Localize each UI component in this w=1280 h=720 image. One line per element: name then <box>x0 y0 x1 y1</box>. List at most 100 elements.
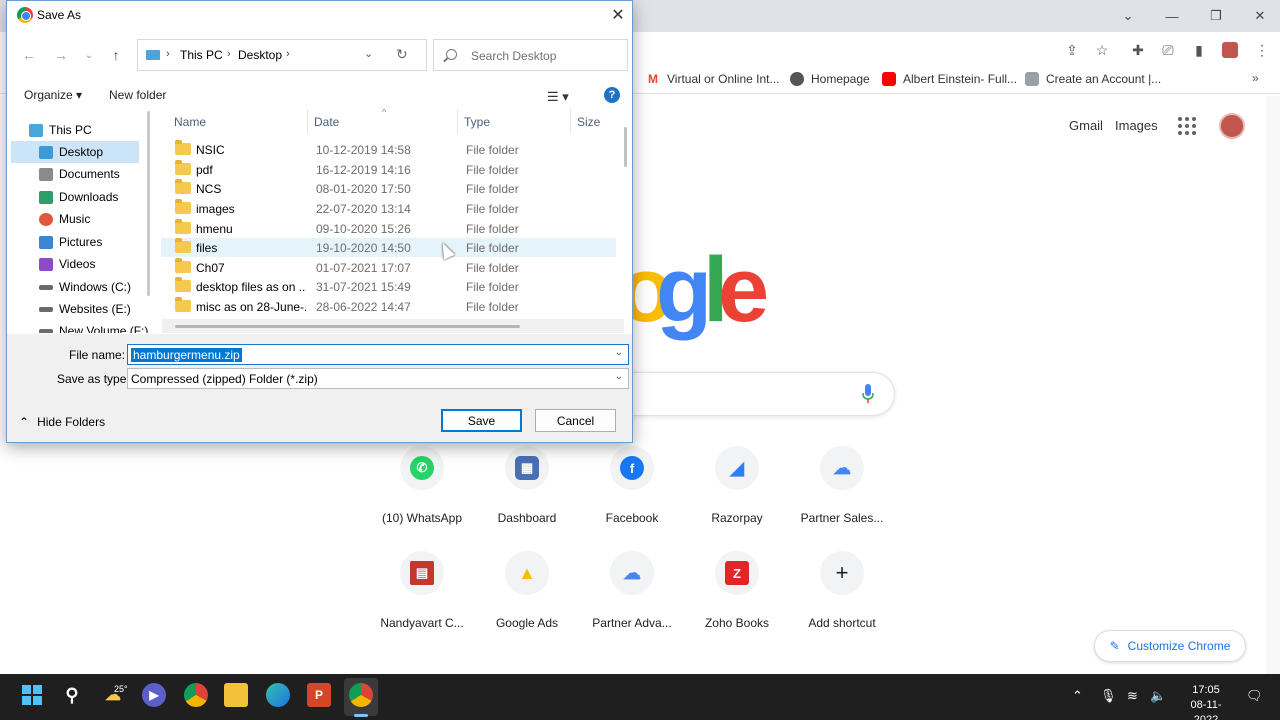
table-row[interactable]: NCS 08-01-2020 17:50 File folder <box>161 179 616 198</box>
view-options-icon[interactable]: ☰ ▾ <box>547 89 569 105</box>
powerpoint-icon[interactable]: P <box>307 683 331 707</box>
vertical-scrollbar[interactable] <box>624 127 627 167</box>
chrome-active-icon[interactable] <box>349 683 373 707</box>
windows-start-icon[interactable] <box>20 683 44 707</box>
wifi-icon[interactable]: ≋ <box>1127 688 1138 704</box>
hide-folders-button[interactable]: ⌃ Hide Folders <box>19 415 105 429</box>
notifications-icon[interactable]: 🗨 <box>1246 688 1263 704</box>
column-header-size[interactable]: Size <box>577 115 600 129</box>
search-input[interactable]: Search Desktop <box>433 39 628 71</box>
up-button[interactable]: ↑ <box>106 45 126 65</box>
avatar[interactable] <box>1219 113 1245 139</box>
nav-item-downloads[interactable]: Downloads <box>11 186 139 208</box>
forward-button[interactable]: → <box>51 45 71 65</box>
save-type-select[interactable]: Compressed (zipped) Folder (*.zip) ⌄ <box>127 368 629 389</box>
shortcut-tile[interactable]: ☁ Partner Sales... <box>790 446 894 525</box>
window-close-button[interactable]: ✕ <box>1240 0 1280 32</box>
breadcrumb-this-pc[interactable]: This PC <box>180 48 223 62</box>
column-divider[interactable] <box>307 109 308 133</box>
restore-button[interactable]: ❐ <box>1196 0 1236 32</box>
add-shortcut-button[interactable]: + Add shortcut <box>790 551 894 630</box>
nav-item-new-volume-f[interactable]: New Volume (F:) <box>11 320 148 333</box>
nav-item-music[interactable]: Music <box>11 208 139 230</box>
horizontal-scrollbar[interactable] <box>175 325 520 328</box>
column-header-name[interactable]: Name <box>174 115 206 129</box>
more-bookmarks-button[interactable]: » <box>1252 71 1259 85</box>
chrome-icon[interactable] <box>184 683 208 707</box>
dialog-title-bar[interactable]: Save As ✕ <box>7 1 632 30</box>
table-row[interactable]: images 22-07-2020 13:14 File folder <box>161 199 616 218</box>
new-folder-button[interactable]: New folder <box>109 88 166 102</box>
column-header-type[interactable]: Type <box>464 115 490 129</box>
refresh-icon[interactable]: ↻ <box>396 46 408 63</box>
cancel-button[interactable]: Cancel <box>535 409 616 432</box>
column-header-date[interactable]: Date <box>314 115 339 129</box>
close-button[interactable]: ✕ <box>607 5 629 25</box>
address-bar[interactable]: › This PC › Desktop › ⌄ ↻ <box>137 39 427 71</box>
help-icon[interactable]: ? <box>604 87 620 103</box>
edge-icon[interactable] <box>266 683 290 707</box>
shortcut-tile[interactable]: f Facebook <box>580 446 684 525</box>
back-button[interactable]: ← <box>19 45 39 65</box>
chevron-right-icon[interactable]: › <box>286 48 290 60</box>
breadcrumb-desktop[interactable]: Desktop <box>238 48 282 62</box>
recent-locations-button[interactable]: ⌄ <box>79 45 99 65</box>
microphone-tray-icon[interactable]: 🎙 <box>1100 688 1117 704</box>
shortcut-tile[interactable]: ▲ Google Ads <box>475 551 579 630</box>
nav-item-this-pc[interactable]: This PC <box>29 119 155 141</box>
chrome-menu-icon[interactable]: ⋮ <box>1252 40 1272 60</box>
nav-item-windows-c[interactable]: Windows (C:) <box>11 276 139 298</box>
volume-icon[interactable]: 🔈 <box>1150 688 1166 704</box>
file-name-field[interactable]: hamburgermenu.zip ⌄ <box>127 344 629 365</box>
nav-item-desktop[interactable]: Desktop <box>11 141 139 163</box>
clock[interactable]: 17:05 08-11-2022 <box>1180 683 1232 720</box>
minimize-button[interactable]: — <box>1152 0 1192 32</box>
teams-chat-icon[interactable]: ▶ <box>142 683 166 707</box>
tab-search-icon[interactable]: ⌄ <box>1108 0 1148 32</box>
customize-chrome-button[interactable]: ✎ Customize Chrome <box>1094 630 1246 662</box>
shortcut-tile[interactable]: ▤ Nandyavart C... <box>370 551 474 630</box>
bookmark-star-icon[interactable]: ☆ <box>1092 40 1112 60</box>
table-row[interactable]: NSIC 10-12-2019 14:58 File folder <box>161 140 616 159</box>
search-icon[interactable]: ⚲ <box>60 683 84 707</box>
page-scrollbar[interactable] <box>1266 96 1280 674</box>
chevron-down-icon[interactable]: ⌄ <box>615 347 623 358</box>
images-link[interactable]: Images <box>1115 118 1158 133</box>
shortcut-tile[interactable]: ✆ (10) WhatsApp <box>370 446 474 525</box>
shortcut-tile[interactable]: ☁ Partner Adva... <box>580 551 684 630</box>
table-row[interactable]: desktop files as on ... 31-07-2021 15:49… <box>161 277 616 296</box>
nav-item-pictures[interactable]: Pictures <box>11 231 139 253</box>
column-divider[interactable] <box>457 109 458 133</box>
column-divider[interactable] <box>570 109 571 133</box>
chevron-down-icon[interactable]: ⌄ <box>615 371 623 382</box>
nav-item-documents[interactable]: Documents <box>11 163 139 185</box>
side-panel-icon[interactable]: ▮ <box>1189 40 1209 60</box>
cast-icon[interactable]: ⎚ <box>1158 40 1178 60</box>
share-icon[interactable]: ⇪ <box>1062 40 1082 60</box>
chevron-down-icon[interactable]: ⌄ <box>364 47 373 60</box>
google-apps-icon[interactable] <box>1178 117 1196 135</box>
shortcut-tile[interactable]: ◢ Razorpay <box>685 446 789 525</box>
bookmark-item[interactable]: M Virtual or Online Int... <box>646 71 780 87</box>
bookmark-item[interactable]: Create an Account |... <box>1025 71 1161 87</box>
extensions-icon[interactable]: ✚ <box>1128 40 1148 60</box>
table-row[interactable]: Ch07 01-07-2021 17:07 File folder <box>161 258 616 277</box>
save-button[interactable]: Save <box>441 409 522 432</box>
navigation-scrollbar[interactable] <box>147 111 150 296</box>
table-row[interactable]: misc as on 28-June-... 28-06-2022 14:47 … <box>161 297 616 316</box>
bookmark-item[interactable]: Albert Einstein- Full... <box>882 71 1017 87</box>
shortcut-tile[interactable]: ▦ Dashboard <box>475 446 579 525</box>
nav-item-websites-e[interactable]: Websites (E:) <box>11 298 139 320</box>
organize-button[interactable]: Organize ▾ <box>24 88 82 102</box>
show-hidden-icons-icon[interactable]: ⌃ <box>1072 688 1083 704</box>
gmail-link[interactable]: Gmail <box>1069 118 1103 133</box>
file-explorer-icon[interactable] <box>224 683 248 707</box>
table-row[interactable]: files 19-10-2020 14:50 File folder <box>161 238 616 257</box>
shortcut-tile[interactable]: Z Zoho Books <box>685 551 789 630</box>
table-row[interactable]: hmenu 09-10-2020 15:26 File folder <box>161 219 616 238</box>
table-row[interactable]: pdf 16-12-2019 14:16 File folder <box>161 160 616 179</box>
nav-item-videos[interactable]: Videos <box>11 253 139 275</box>
microphone-icon[interactable] <box>862 384 874 404</box>
profile-toolbar-icon[interactable] <box>1220 40 1240 60</box>
bookmark-item[interactable]: Homepage <box>790 71 870 87</box>
